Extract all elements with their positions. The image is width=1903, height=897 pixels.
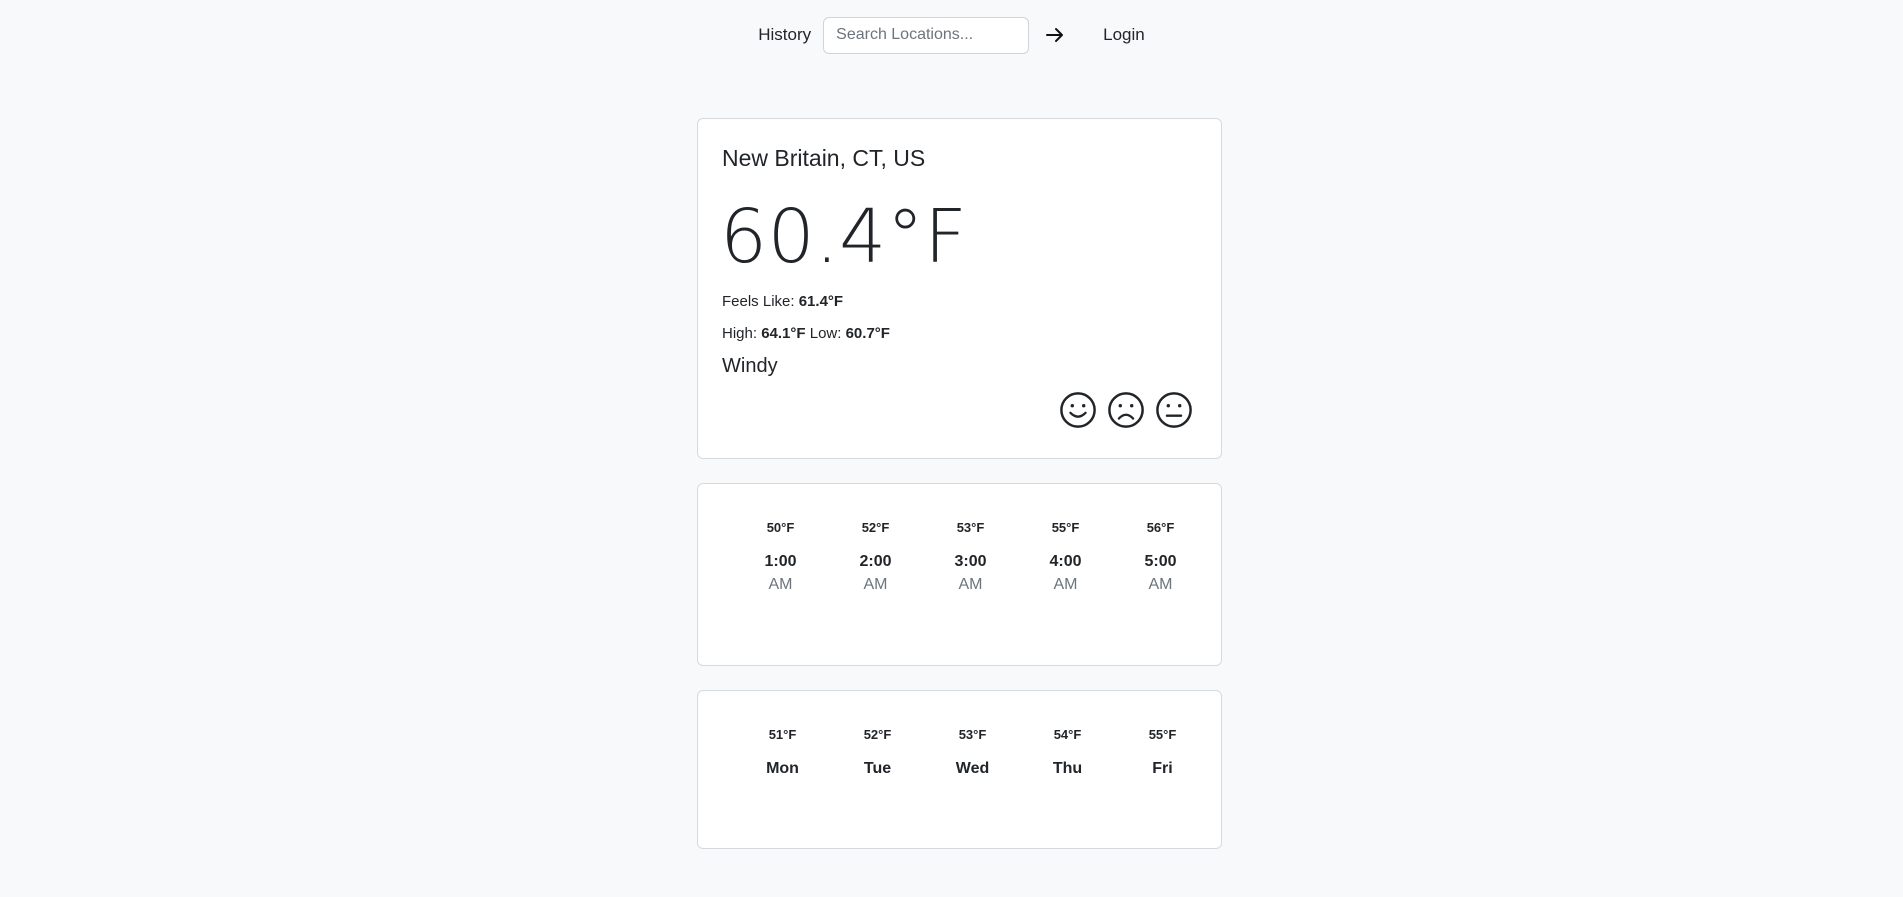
feels-like: Feels Like: 61.4°F xyxy=(722,293,843,310)
arrow-right-icon xyxy=(1046,28,1064,42)
current-weather-card: New Britain, CT, US 60.4°F Feels Like: 6… xyxy=(697,118,1222,459)
hourly-ampm: AM xyxy=(1148,576,1173,593)
hourly-item: 55°F 4:00 AM xyxy=(1018,520,1113,594)
feels-like-label: Feels Like: xyxy=(722,293,795,310)
hourly-temp: 56°F xyxy=(1146,520,1175,535)
hourly-forecast-row: 50°F 1:00 AM 52°F 2:00 AM 53°F 3:00 AM 5… xyxy=(733,520,1208,594)
smile-icon[interactable] xyxy=(1059,391,1097,429)
daily-item: 55°F Fri xyxy=(1115,727,1210,778)
daily-forecast-card: 51°F Mon 52°F Tue 53°F Wed 54°F Thu 55°F… xyxy=(697,690,1222,849)
daily-temp: 51°F xyxy=(768,727,797,742)
high-low: High: 64.1°F Low: 60.7°F xyxy=(722,325,890,342)
hourly-time: 1:00 xyxy=(764,553,797,570)
hourly-time: 5:00 xyxy=(1144,553,1177,570)
search-submit-button[interactable] xyxy=(1037,17,1073,53)
low-value: 60.7°F xyxy=(845,325,890,342)
hourly-item: 53°F 3:00 AM xyxy=(923,520,1018,594)
daily-day: Tue xyxy=(863,760,892,777)
search-input[interactable] xyxy=(823,16,1030,54)
daily-day: Fri xyxy=(1152,760,1173,777)
hourly-item: 50°F 1:00 AM xyxy=(733,520,828,594)
daily-item: 52°F Tue xyxy=(830,727,925,778)
daily-forecast-row: 51°F Mon 52°F Tue 53°F Wed 54°F Thu 55°F… xyxy=(735,727,1210,778)
low-label: Low: xyxy=(809,325,842,342)
hourly-time: 3:00 xyxy=(954,553,987,570)
current-temperature: 60.4°F xyxy=(720,194,968,280)
hourly-temp: 53°F xyxy=(956,520,985,535)
neutral-face-icon[interactable] xyxy=(1155,391,1193,429)
hourly-ampm: AM xyxy=(958,576,983,593)
hourly-item: 56°F 5:00 AM xyxy=(1113,520,1208,594)
history-link[interactable]: History xyxy=(750,25,819,45)
daily-day: Wed xyxy=(955,760,990,777)
hourly-forecast-card: 50°F 1:00 AM 52°F 2:00 AM 53°F 3:00 AM 5… xyxy=(697,483,1222,666)
feedback-faces xyxy=(1059,391,1193,429)
frown-icon[interactable] xyxy=(1107,391,1145,429)
daily-day: Thu xyxy=(1052,760,1083,777)
daily-temp: 53°F xyxy=(958,727,987,742)
hourly-item: 52°F 2:00 AM xyxy=(828,520,923,594)
hourly-ampm: AM xyxy=(1053,576,1078,593)
daily-temp: 52°F xyxy=(863,727,892,742)
hourly-time: 4:00 xyxy=(1049,553,1082,570)
login-link[interactable]: Login xyxy=(1095,25,1153,45)
location-name: New Britain, CT, US xyxy=(722,145,926,171)
hourly-ampm: AM xyxy=(768,576,793,593)
high-value: 64.1°F xyxy=(761,325,806,342)
hourly-temp: 50°F xyxy=(766,520,795,535)
hourly-ampm: AM xyxy=(863,576,888,593)
hourly-temp: 52°F xyxy=(861,520,890,535)
daily-temp: 54°F xyxy=(1053,727,1082,742)
daily-temp: 55°F xyxy=(1148,727,1177,742)
hourly-time: 2:00 xyxy=(859,553,892,570)
hourly-temp: 55°F xyxy=(1051,520,1080,535)
daily-item: 54°F Thu xyxy=(1020,727,1115,778)
daily-item: 53°F Wed xyxy=(925,727,1020,778)
feels-like-value: 61.4°F xyxy=(798,293,844,310)
weather-condition: Windy xyxy=(722,355,778,377)
high-label: High: xyxy=(722,325,758,342)
daily-day: Mon xyxy=(766,760,799,777)
daily-item: 51°F Mon xyxy=(735,727,830,778)
top-navigation: History Login xyxy=(0,16,1903,54)
